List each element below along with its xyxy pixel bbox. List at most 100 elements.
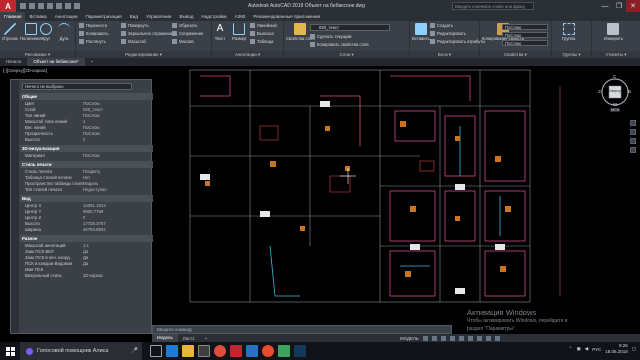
new-icon[interactable] [20,3,26,9]
selection-dropdown[interactable]: Ничего не выбрано [22,83,132,90]
viewcube-south[interactable]: Ю [613,102,618,107]
customize-icon[interactable] [494,335,500,341]
edit-block-button[interactable]: Редактировать [430,31,466,36]
tab-output[interactable]: Вывод [176,14,198,19]
section-general[interactable]: Общие [20,93,153,100]
linear-dim-dropdown[interactable]: Линейный [250,23,277,28]
array-button[interactable]: Массив [172,39,194,44]
photoshop-icon[interactable] [294,345,306,357]
open-icon[interactable] [29,3,35,9]
group-label[interactable]: Свойства ▾ [480,51,551,58]
tab-insert[interactable]: Вставка [25,14,50,19]
prop-row[interactable]: Визуальный стиль 2D-каркас [25,273,153,279]
maximize-button[interactable]: ❐ [612,0,626,12]
mirror-button[interactable]: Зеркальное отражение [121,31,173,36]
tab-manage[interactable]: Управление [142,14,176,19]
task-view-icon[interactable] [150,345,162,357]
section-3d-visualization[interactable]: 3D-визуализация [20,145,153,152]
tab-model[interactable]: Модель [152,334,178,342]
rotate-button[interactable]: Повернуть [121,23,149,28]
clock[interactable]: 9:26 18.05.2018 [605,343,628,355]
viewcube-face[interactable]: Сверху [609,89,621,93]
linetype-dropdown[interactable]: ПоСлою [502,40,548,46]
language-indicator[interactable]: РУС [592,347,601,352]
edge-icon[interactable] [166,345,178,357]
volume-icon[interactable]: ◀ [585,346,588,352]
tab-layout1[interactable]: Лист1 [178,336,200,341]
copy-button[interactable]: Копировать [79,31,109,36]
group-label[interactable]: Утилиты ▾ [592,51,640,58]
saveas-icon[interactable] [47,3,53,9]
prop-row[interactable]: Тип стилей печати Недоступно [25,187,153,193]
yandex-icon[interactable] [262,345,274,357]
measure-button[interactable]: Измерить [604,23,623,41]
tab-a360[interactable]: A360 [231,14,250,19]
tab-view[interactable]: Вид [126,14,142,19]
edit-attributes-button[interactable]: Редактировать атрибуты [430,39,485,44]
workspace-icon[interactable] [485,335,491,341]
line-button[interactable]: Отрезок [2,23,18,41]
model-space-toggle[interactable]: МОДЕЛЬ [400,336,419,341]
scale-button[interactable]: Масштаб [121,39,146,44]
tab-annotate[interactable]: Аннотации [51,14,82,19]
lineweight-icon[interactable] [467,335,473,341]
tab-drawing[interactable]: Объект на бебиксоне* [27,58,85,66]
plot-icon[interactable] [56,3,62,9]
taskbar-search[interactable]: Голосовой помощник Алиса 🎤 [20,342,142,360]
text-button[interactable]: A Текст [214,23,226,41]
ucs-menu[interactable]: МСК [610,108,621,112]
match-layer-button[interactable]: Копировать свойства слоя [310,42,369,47]
layer-dropdown[interactable]: 020_текст [310,24,390,31]
make-current-button[interactable]: Сделать текущим [310,34,351,39]
viewport-controls[interactable]: [-][Сверху][2D-каркас] [3,68,47,73]
annotation-scale-icon[interactable] [476,335,482,341]
osnap-icon[interactable] [458,335,464,341]
insert-block-button[interactable]: Вставить [412,23,430,41]
application-menu-button[interactable]: A [0,0,16,12]
fillet-button[interactable]: Сопряжение [172,31,203,36]
command-line-input[interactable]: Введите команду [152,325,452,334]
lineweight-dropdown[interactable]: ПоСлою [502,32,548,38]
redo-icon[interactable] [74,3,80,9]
grid-icon[interactable] [422,335,428,341]
close-button[interactable]: ✕ [626,0,640,12]
move-button[interactable]: Перенести [79,23,107,28]
media-icon[interactable] [278,345,290,357]
viewcube-west[interactable]: З [598,89,601,94]
snap-icon[interactable] [431,335,437,341]
palette-titlebar[interactable] [11,80,19,333]
dimension-button[interactable]: Размер [232,23,246,41]
notifications-arrow-icon[interactable]: ⌃ [569,346,573,352]
prop-row[interactable]: Высота 0 [25,137,153,143]
zoom-icon[interactable] [630,138,636,144]
circle-button[interactable]: Круг [40,23,52,41]
autocad-icon[interactable] [230,345,242,357]
explorer-icon[interactable] [182,345,194,357]
polyline-button[interactable]: Полилиния [20,23,42,41]
group-label[interactable]: Слои ▾ [284,51,409,58]
steering-wheel-icon[interactable] [630,120,636,126]
action-center-icon[interactable]: ▢ [632,346,636,352]
viewcube[interactable]: С Сверху В З Ю МСК [598,74,632,114]
tab-featured-apps[interactable]: Рекомендованные приложения [249,14,324,19]
group-label[interactable]: Блок ▾ [410,51,479,58]
trim-button[interactable]: Обрезать [172,23,197,28]
tab-start[interactable]: Начало [0,58,27,66]
save-icon[interactable] [38,3,44,9]
group-label[interactable]: Рисование ▾ [0,51,75,58]
pan-icon[interactable] [630,129,636,135]
stretch-button[interactable]: Растянуть [79,39,106,44]
microphone-icon[interactable]: 🎤 [131,348,138,354]
viewcube-north[interactable]: С [613,74,616,79]
leader-button[interactable]: Выноска [250,31,274,36]
create-block-button[interactable]: Создать [430,23,453,28]
group-label[interactable]: Аннотации ▾ [212,51,283,58]
ortho-icon[interactable] [440,335,446,341]
orbit-icon[interactable] [630,147,636,153]
section-view[interactable]: Вид [20,195,153,202]
table-button[interactable]: Таблица [250,39,273,44]
mail-icon[interactable] [246,345,258,357]
color-dropdown[interactable]: ПоСлою [502,24,548,30]
tab-home[interactable]: Главная [0,12,26,21]
arc-button[interactable]: Дуга [58,23,70,41]
